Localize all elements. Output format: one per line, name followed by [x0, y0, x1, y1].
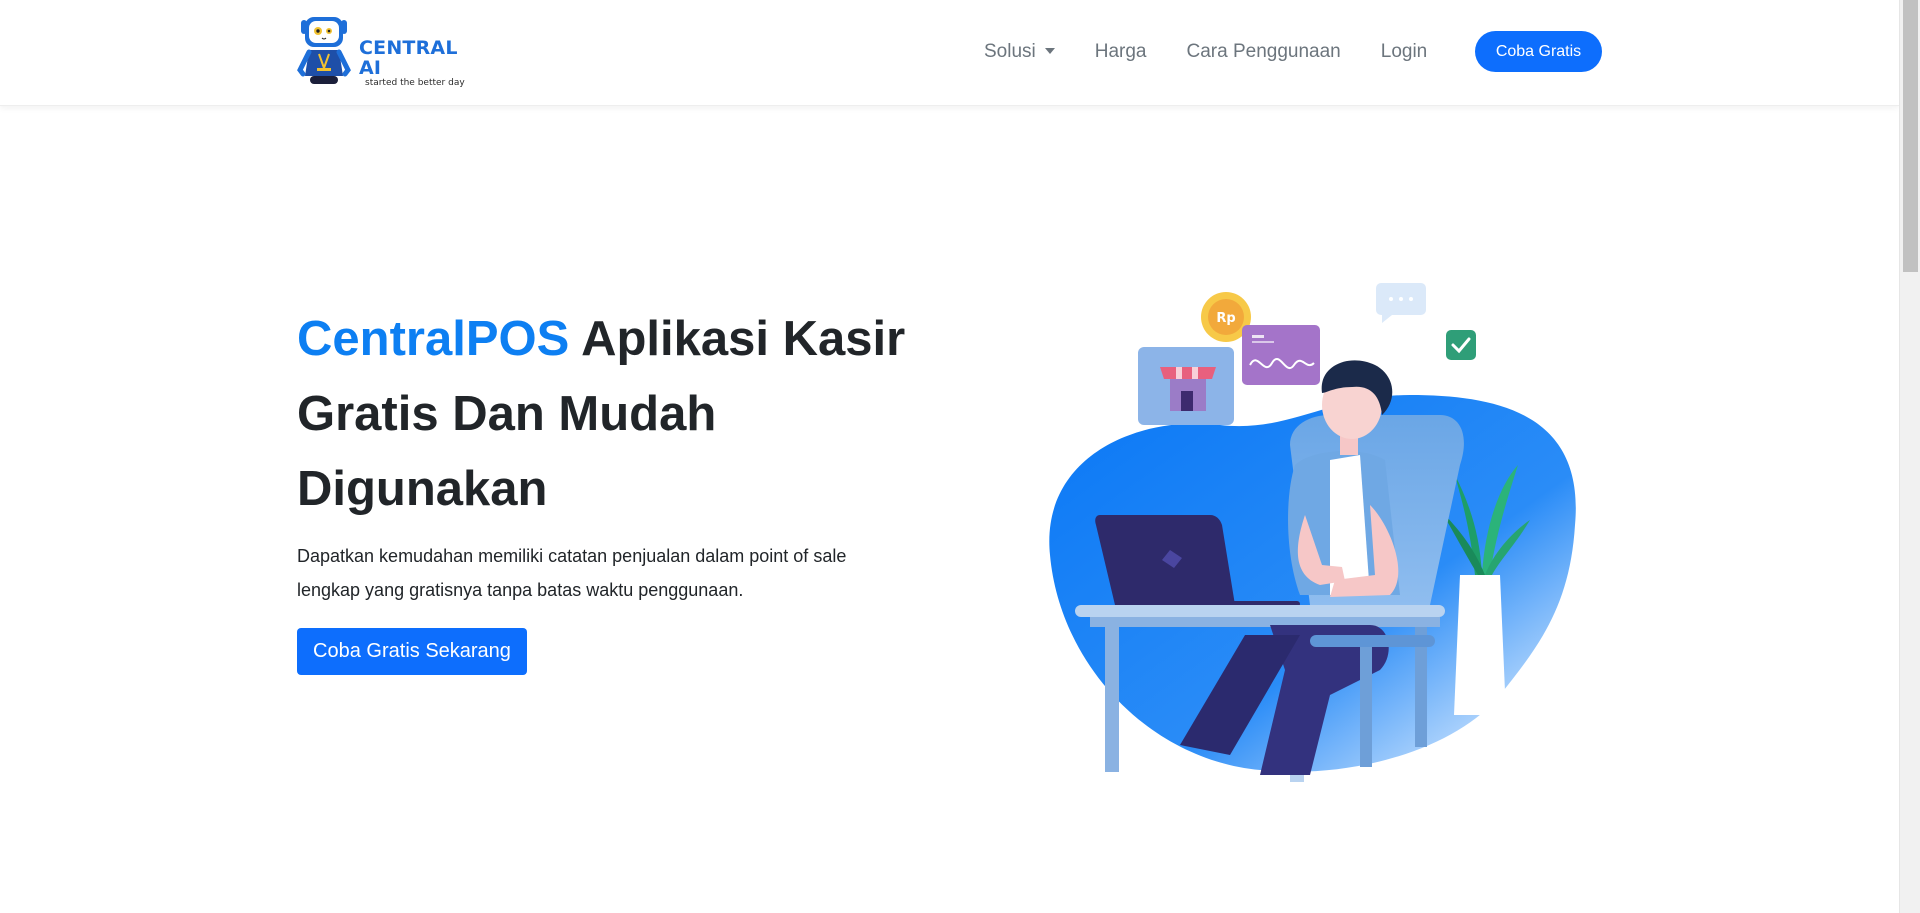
nav-item-solusi[interactable]: Solusi [984, 41, 1055, 63]
coin-label: Rp [1216, 311, 1235, 326]
chart-card-icon [1242, 325, 1320, 385]
nav-item-harga[interactable]: Harga [1095, 41, 1147, 63]
nav-menu: Solusi Harga Cara Penggunaan Login [984, 0, 1467, 103]
brand-title: CENTRAL AI [359, 37, 458, 79]
brand-logo[interactable]: CENTRAL AI started the better day [297, 14, 477, 89]
nav-item-cara-penggunaan[interactable]: Cara Penggunaan [1187, 41, 1341, 63]
try-free-now-button[interactable]: Coba Gratis Sekarang [297, 628, 527, 675]
nav-item-solusi-label: Solusi [984, 40, 1036, 62]
store-icon [1138, 347, 1234, 425]
page-scrollbar[interactable] [1899, 0, 1920, 913]
hero-description: Dapatkan kemudahan memiliki catatan penj… [297, 546, 847, 600]
top-navbar: CENTRAL AI started the better day Solusi… [0, 0, 1899, 106]
hero-title: CentralPOS Aplikasi Kasir Gratis Dan Mud… [297, 302, 917, 527]
brand-text: CENTRAL AI started the better day [359, 38, 477, 89]
brand-tagline: started the better day [365, 78, 465, 88]
scrollbar-thumb[interactable] [1903, 0, 1918, 272]
hero-illustration: Rp [1049, 283, 1576, 782]
hero-title-accent: CentralPOS [297, 312, 570, 366]
caret-down-icon [1044, 47, 1055, 54]
robot-logo-icon [297, 17, 351, 84]
try-free-button[interactable]: Coba Gratis [1475, 31, 1602, 72]
chat-bubble-icon [1376, 283, 1426, 323]
nav-item-login[interactable]: Login [1381, 41, 1428, 63]
check-icon [1446, 330, 1476, 360]
